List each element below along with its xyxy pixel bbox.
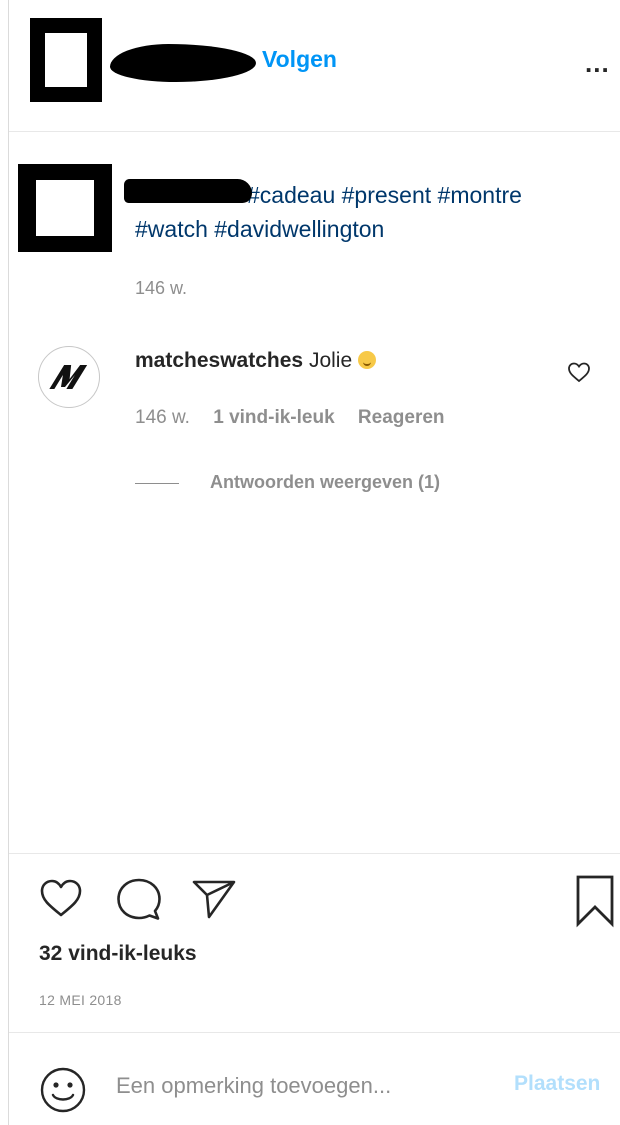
matcheswatches-logo-icon <box>49 365 88 389</box>
bookmark-outline-icon[interactable] <box>574 874 616 933</box>
smiley-face-icon[interactable] <box>39 1066 87 1119</box>
comment-timestamp[interactable]: 146 w. <box>135 407 190 428</box>
view-replies-button[interactable]: Antwoorden weergeven (1) <box>210 472 440 493</box>
input-divider <box>9 1032 620 1033</box>
follow-button[interactable]: Volgen <box>262 46 337 73</box>
comment-like-heart-icon[interactable] <box>567 361 591 388</box>
more-options-icon[interactable]: ... <box>585 48 610 79</box>
reply-button[interactable]: Reageren <box>358 407 445 428</box>
header-divider <box>9 131 620 132</box>
actions-divider <box>9 853 620 854</box>
caption-avatar-redacted[interactable] <box>18 164 112 252</box>
caption-hashtags-line2[interactable]: #watch #davidwellington <box>135 216 384 242</box>
post-comment-button[interactable]: Plaatsen <box>514 1072 600 1096</box>
comment-meta: 146 w. 1 vind-ik-leuk Reageren <box>135 407 463 429</box>
caption-timestamp[interactable]: 146 w. <box>135 278 187 299</box>
share-paper-plane-icon[interactable] <box>191 878 237 925</box>
caption-hashtags-line1[interactable]: #cadeau #present #montre <box>247 182 522 208</box>
comment-text: Jolie <box>308 349 353 372</box>
comment-username[interactable]: matcheswatches <box>135 349 303 372</box>
panel-left-border <box>8 0 9 1125</box>
header-avatar-redacted[interactable] <box>30 18 102 102</box>
replies-divider-line <box>135 483 179 484</box>
comment-likes-count[interactable]: 1 vind-ik-leuk <box>213 407 334 428</box>
comment-input[interactable] <box>116 1066 496 1106</box>
emoji-smile-icon <box>358 351 377 369</box>
comment-avatar[interactable] <box>38 346 100 408</box>
header-username-redacted[interactable] <box>110 44 256 82</box>
comment-body: matcheswatches Jolie <box>135 349 377 373</box>
comment-bubble-icon[interactable] <box>115 877 163 928</box>
like-heart-icon[interactable] <box>39 878 83 923</box>
post-likes-count[interactable]: 32 vind-ik-leuks <box>39 942 197 966</box>
caption-username-redacted[interactable] <box>124 179 252 203</box>
post-date[interactable]: 12 MEI 2018 <box>39 992 122 1008</box>
